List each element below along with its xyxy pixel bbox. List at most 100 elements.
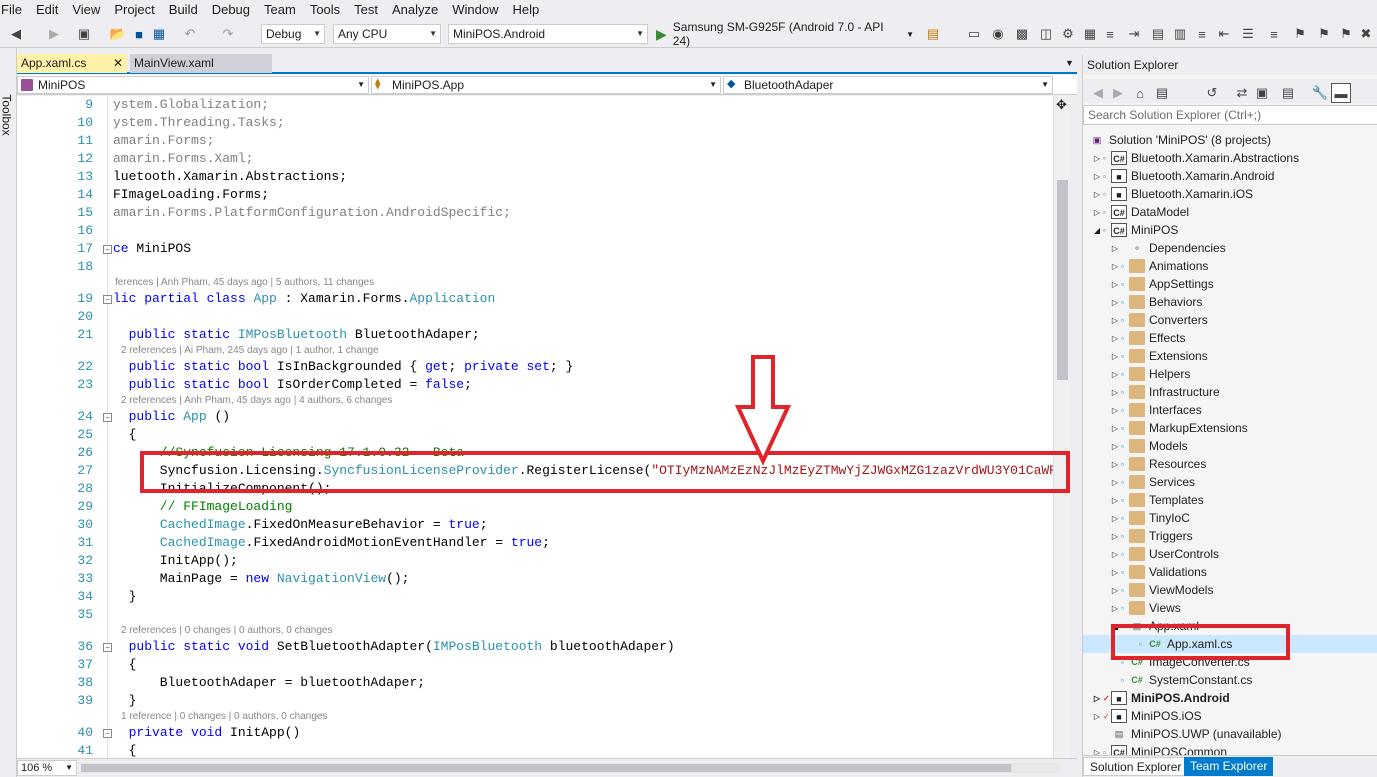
preview-icon[interactable]: ▬ xyxy=(1331,83,1351,103)
dependencies-node[interactable]: ▷ ⚬ Dependencies xyxy=(1109,239,1226,257)
code-line[interactable]: public static void SetBluetoothAdapter(I… xyxy=(113,639,675,654)
folder-node[interactable]: ▷ ▫ Infrastructure xyxy=(1109,383,1220,401)
project-node[interactable]: ▷ ▫ ■ Bluetooth.Xamarin.iOS xyxy=(1091,185,1253,203)
code-line[interactable]: amarin.Forms; xyxy=(113,133,214,148)
indent-icon[interactable]: ⇥ xyxy=(1124,24,1144,44)
code-line[interactable]: InitApp(); xyxy=(113,553,238,568)
member-nav-select[interactable]: ◆ BluetoothAdaper ▼ xyxy=(723,76,1053,94)
project-node-minipos[interactable]: ◢ ▫ C# MiniPOS xyxy=(1091,221,1178,239)
folder-node[interactable]: ▷ ▫ TinyIoC xyxy=(1109,509,1190,527)
expand-icon[interactable]: ▷ xyxy=(1109,442,1121,451)
terminal-icon[interactable]: ▩ xyxy=(1012,24,1032,44)
bookmark-icon[interactable]: ⚑ xyxy=(1290,24,1310,44)
menu-help[interactable]: Help xyxy=(506,0,547,20)
startup-project-select[interactable]: MiniPOS.Android ▼ xyxy=(448,24,648,44)
tab-mainview-xaml[interactable]: MainView.xaml xyxy=(130,54,272,73)
expand-icon[interactable]: ▷ xyxy=(1109,262,1121,271)
expand-icon[interactable]: ▷ xyxy=(1109,388,1121,397)
expand-icon[interactable]: ▷ xyxy=(1109,586,1121,595)
save-all-icon[interactable]: ▦ xyxy=(150,24,168,44)
project-node[interactable]: ▷ ▫ C# DataModel xyxy=(1091,203,1189,221)
code-editor[interactable]: 9 ystem.Globalization; 10 ystem.Threadin… xyxy=(17,96,1053,758)
project-nav-select[interactable]: MiniPOS ▼ xyxy=(17,76,369,94)
folder-node[interactable]: ▷ ▫ ViewModels xyxy=(1109,581,1213,599)
split-icon[interactable]: ✥ xyxy=(1056,98,1067,111)
menu-view[interactable]: View xyxy=(65,0,107,20)
expand-icon[interactable]: ▷ xyxy=(1109,532,1121,541)
class-nav-select[interactable]: ⧫ MiniPOS.App ▼ xyxy=(371,76,721,94)
expand-icon[interactable]: ▷ xyxy=(1109,298,1121,307)
code-line[interactable]: } xyxy=(113,589,137,604)
tab-team-explorer[interactable]: Team Explorer xyxy=(1184,757,1274,776)
folder-node[interactable]: ▷ ▫ MarkupExtensions xyxy=(1109,419,1248,437)
expand-icon[interactable]: ▷ xyxy=(1109,514,1121,523)
menu-build[interactable]: Build xyxy=(162,0,205,20)
close-icon[interactable]: ✕ xyxy=(113,56,123,70)
menu-project[interactable]: Project xyxy=(107,0,161,20)
code-line[interactable]: { xyxy=(113,657,137,672)
camera-icon[interactable]: ◉ xyxy=(988,24,1008,44)
show-all-files-icon[interactable]: ▤ xyxy=(1279,83,1297,103)
expand-icon[interactable]: ▷ xyxy=(1109,352,1121,361)
folder-node[interactable]: ▷ ▫ Interfaces xyxy=(1109,401,1202,419)
outdent-icon[interactable]: ⇤ xyxy=(1214,24,1234,44)
folder-node[interactable]: ▷ ▫ Models xyxy=(1109,437,1188,455)
back-icon[interactable]: ◀ xyxy=(6,24,26,44)
run-button[interactable]: ▶ Samsung SM-G925F (Android 7.0 - API 24)… xyxy=(656,20,914,48)
vertical-scrollbar[interactable]: ✥ xyxy=(1053,96,1070,758)
expand-icon[interactable]: ▷ xyxy=(1109,280,1121,289)
codelens-info[interactable]: 2 references | 0 changes | 0 authors, 0 … xyxy=(121,625,332,636)
code-line[interactable]: ystem.Globalization; xyxy=(113,97,269,112)
undo-icon[interactable]: ↶ xyxy=(180,24,200,44)
platform-select[interactable]: Any CPU ▼ xyxy=(333,24,441,44)
codelens-info[interactable]: 1 reference | 0 changes | 0 authors, 0 c… xyxy=(121,711,327,722)
zoom-select[interactable]: 106 % ▼ xyxy=(17,760,77,776)
sync-icon[interactable]: ⇄ xyxy=(1233,83,1251,103)
folder-node[interactable]: ▷ ▫ Triggers xyxy=(1109,527,1193,545)
expand-icon[interactable]: ▷ xyxy=(1091,190,1103,199)
folder-node[interactable]: ▷ ▫ Animations xyxy=(1109,257,1208,275)
menu-edit[interactable]: Edit xyxy=(29,0,65,20)
tab-overflow-icon[interactable]: ▼ xyxy=(1065,58,1074,68)
menu-file[interactable]: File xyxy=(0,0,29,20)
code-line[interactable]: public static IMPosBluetooth BluetoothAd… xyxy=(113,327,480,342)
code-line[interactable]: public App () xyxy=(113,409,230,424)
home-icon[interactable]: ⌂ xyxy=(1131,83,1149,103)
code-line[interactable]: public static bool IsOrderCompleted = fa… xyxy=(113,377,472,392)
fold-toggle[interactable]: − xyxy=(103,295,112,304)
expand-icon[interactable]: ▷ xyxy=(1109,406,1121,415)
search-solution-input[interactable]: Search Solution Explorer (Ctrl+;) xyxy=(1083,105,1377,125)
codelens-info[interactable]: ferences | Anh Pham, 45 days ago | 5 aut… xyxy=(115,277,374,288)
list-view-icon[interactable]: ☰ xyxy=(1238,24,1258,44)
expand-icon[interactable]: ▷ xyxy=(1109,478,1121,487)
toolbox-label[interactable]: Toolbox xyxy=(0,94,14,135)
settings-icon[interactable]: ⚙ xyxy=(1058,24,1078,44)
list-icon[interactable]: ≡ xyxy=(1192,24,1212,44)
code-line[interactable]: { xyxy=(113,743,137,758)
menu-team[interactable]: Team xyxy=(257,0,303,20)
redo-icon[interactable]: ↷ xyxy=(218,24,238,44)
switch-views-icon[interactable]: ▤ xyxy=(1153,83,1171,103)
menu-debug[interactable]: Debug xyxy=(205,0,257,20)
scroll-thumb[interactable] xyxy=(81,764,1011,772)
code-line[interactable]: // FFImageLoading xyxy=(113,499,293,514)
project-node[interactable]: ▷ ✓ ■ MiniPOS.iOS xyxy=(1091,707,1202,725)
prev-bookmark-icon[interactable]: ⚑ xyxy=(1314,24,1334,44)
format-icon[interactable]: ≡ xyxy=(1100,24,1120,44)
open-file-icon[interactable]: 📂 xyxy=(108,24,128,44)
codelens-info[interactable]: 2 references | Anh Pham, 45 days ago | 4… xyxy=(121,395,392,406)
back-icon[interactable]: ◀ xyxy=(1089,83,1107,103)
fold-toggle[interactable]: − xyxy=(103,729,112,738)
folder-node[interactable]: ▷ ▫ Behaviors xyxy=(1109,293,1202,311)
folder-node[interactable]: ▷ ▫ Extensions xyxy=(1109,347,1208,365)
expand-icon[interactable]: ▷ xyxy=(1109,424,1121,433)
forward-icon[interactable]: ▶ xyxy=(1109,83,1127,103)
folder-node[interactable]: ▷ ▫ Templates xyxy=(1109,491,1204,509)
expand-icon[interactable]: ▷ xyxy=(1109,460,1121,469)
project-node[interactable]: ▤ MiniPOS.UWP (unavailable) xyxy=(1091,725,1282,743)
code-line[interactable]: private void InitApp() xyxy=(113,725,301,740)
collapse-icon[interactable]: ◢ xyxy=(1091,226,1103,235)
expand-icon[interactable]: ▷ xyxy=(1091,154,1103,163)
expand-icon[interactable]: ▷ xyxy=(1109,496,1121,505)
expand-icon[interactable]: ▷ xyxy=(1109,316,1121,325)
